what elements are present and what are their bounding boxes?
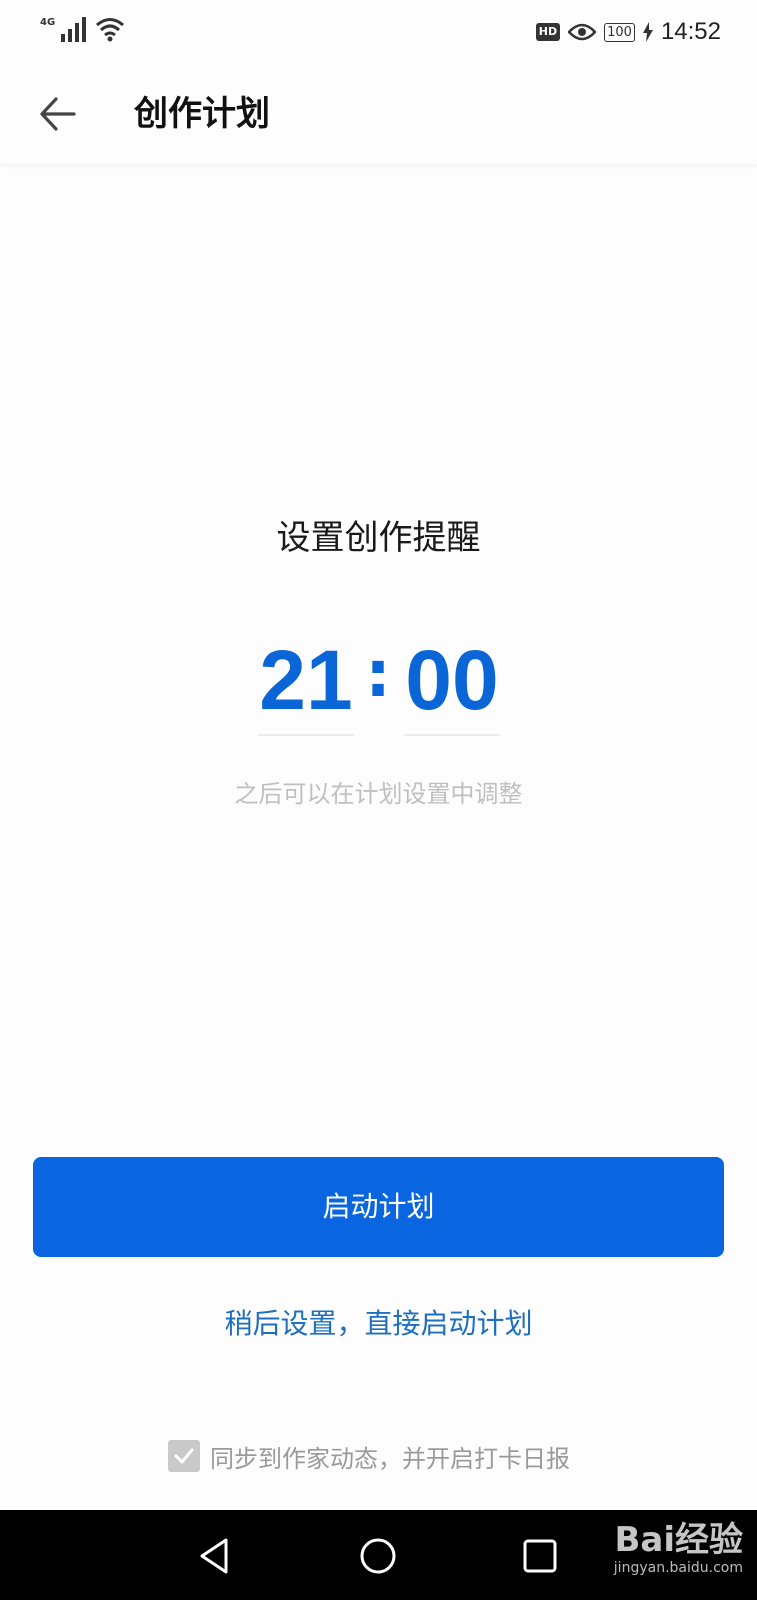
status-left: 4G xyxy=(40,16,125,42)
watermark-sub: jingyan.baidu.com xyxy=(613,1560,743,1576)
nav-home-icon xyxy=(360,1538,396,1574)
time-picker: 21 : 00 xyxy=(0,630,757,740)
nav-back-button[interactable] xyxy=(192,1532,240,1580)
network-type: 4G xyxy=(40,17,56,28)
nav-bar: Bai经验 jingyan.baidu.com xyxy=(0,1510,757,1600)
adjust-hint: 之后可以在计划设置中调整 xyxy=(234,780,523,808)
arrow-left-icon xyxy=(40,97,76,131)
start-plan-button[interactable]: 启动计划 xyxy=(33,1157,724,1257)
set-later-link[interactable]: 稍后设置，直接启动计划 xyxy=(0,1303,757,1345)
signal-icon xyxy=(61,17,87,42)
nav-home-button[interactable] xyxy=(354,1532,402,1580)
back-button[interactable] xyxy=(34,90,82,138)
hd-icon: HD xyxy=(535,23,561,41)
wifi-icon xyxy=(96,18,125,42)
nav-back-icon xyxy=(200,1538,228,1574)
charging-icon xyxy=(642,22,653,42)
eye-icon xyxy=(568,23,597,41)
check-icon xyxy=(174,1448,194,1464)
sync-checkbox[interactable] xyxy=(168,1440,200,1472)
reminder-title: 设置创作提醒 xyxy=(276,518,481,558)
watermark-main: Bai经验 xyxy=(614,1520,743,1560)
battery-icon: 100 xyxy=(604,22,635,42)
sync-label: 同步到作家动态，并开启打卡日报 xyxy=(210,1444,570,1473)
page-title: 创作计划 xyxy=(134,94,270,134)
status-time: 14:52 xyxy=(660,18,721,45)
sync-option[interactable]: 同步到作家动态，并开启打卡日报 xyxy=(168,1438,570,1474)
status-right: HD 100 14:52 xyxy=(535,18,721,46)
status-bar: 4G HD 100 14:52 xyxy=(0,0,757,64)
nav-recents-button[interactable] xyxy=(516,1532,564,1580)
nav-recents-icon xyxy=(523,1539,557,1573)
hour-picker[interactable]: 21 xyxy=(258,630,354,736)
baidu-watermark: Bai经验 jingyan.baidu.com xyxy=(614,1520,743,1576)
time-separator: : xyxy=(365,638,391,712)
app-bar: 创作计划 xyxy=(0,64,757,164)
minute-picker[interactable]: 00 xyxy=(404,630,500,736)
